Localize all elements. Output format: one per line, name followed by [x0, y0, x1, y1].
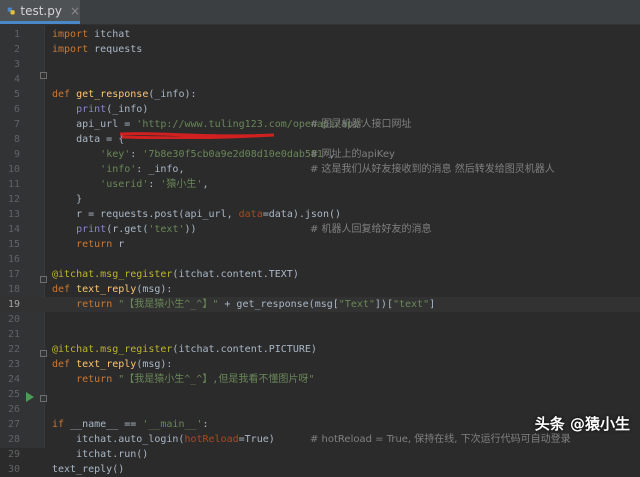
code-line[interactable]: 14 print(r.get('text')) # 机器人回复给好友的消息 — [0, 222, 640, 237]
line-number: 8 — [13, 134, 20, 145]
code-line[interactable]: 20 — [0, 312, 640, 327]
line-number: 20 — [7, 314, 20, 325]
watermark-text: 头条 @猿小生 — [534, 415, 630, 433]
code-text: import requests — [52, 44, 143, 55]
code-line[interactable]: 10 'info': _info, # 这是我们从好友接收到的消息 然后转发给图灵… — [0, 162, 640, 177]
line-number: 9 — [13, 149, 20, 160]
code-text: return "【我是猿小生^_^】,但是我看不懂图片呀" — [76, 374, 315, 385]
line-number: 2 — [13, 44, 20, 55]
line-number: 25 — [7, 389, 20, 400]
line-number: 11 — [7, 179, 20, 190]
code-text: if __name__ == '__main__': — [52, 419, 209, 430]
line-number: 22 — [7, 344, 20, 355]
code-text: print(_info) — [76, 104, 149, 115]
code-text: def get_response(_info): — [52, 89, 197, 100]
line-number: 28 — [7, 434, 20, 445]
code-line[interactable]: 22 @itchat.msg_register(itchat.content.PI… — [0, 342, 640, 357]
line-number: 21 — [7, 329, 20, 340]
code-text: return "【我是猿小生^_^】" + get_response(msg["… — [76, 299, 436, 310]
code-line[interactable]: 9 'key': '7b8e30f5cb0a9e2d08d10e0dab581'… — [0, 147, 640, 162]
redaction-scribble — [119, 132, 275, 139]
code-text: } — [52, 194, 83, 205]
line-number: 4 — [13, 74, 20, 85]
code-line[interactable]: 29 itchat.run() — [0, 447, 640, 462]
code-text: print(r.get('text')) — [76, 224, 197, 235]
line-number: 23 — [7, 359, 20, 370]
code-comment: # 网址上的apiKey — [310, 149, 395, 160]
line-number: 18 — [7, 284, 20, 295]
line-number: 15 — [7, 239, 20, 250]
tab-filename: test.py — [20, 3, 62, 18]
line-number: 12 — [7, 194, 20, 205]
line-number: 1 — [13, 29, 20, 40]
code-text: @itchat.msg_register(itchat.content.PICT… — [52, 344, 317, 355]
code-line[interactable]: 15 return r — [0, 237, 640, 252]
code-text: itchat.run() — [52, 449, 149, 460]
code-line[interactable]: 13 r = requests.post(api_url, data=data)… — [0, 207, 640, 222]
code-line[interactable]: 24 return "【我是猿小生^_^】,但是我看不懂图片呀" — [0, 372, 640, 387]
fold-icon[interactable] — [40, 276, 47, 283]
code-line[interactable]: 2 import requests — [0, 42, 640, 57]
editor-tab-bar: test.py × — [0, 0, 640, 25]
code-comment: # 图灵机器人接口网址 — [310, 119, 412, 130]
line-number: 26 — [7, 404, 20, 415]
code-text: return r — [76, 239, 125, 250]
code-text: text_reply() — [52, 464, 125, 475]
code-line[interactable]: 21 — [0, 327, 640, 342]
line-number: 10 — [7, 164, 20, 175]
code-text: r = requests.post(api_url, data=data).js… — [52, 209, 342, 220]
code-comment: # hotReload = True, 保持在线, 下次运行代码可自动登录 — [310, 434, 571, 445]
line-number: 5 — [13, 89, 20, 100]
code-comment: # 这是我们从好友接收到的消息 然后转发给图灵机器人 — [310, 164, 555, 175]
code-line[interactable]: 23 def text_reply(msg): — [0, 357, 640, 372]
code-text: import itchat — [52, 29, 131, 40]
line-number: 13 — [7, 209, 20, 220]
code-text: 'info': _info, — [100, 164, 185, 175]
code-line[interactable]: 4 — [0, 72, 640, 87]
code-line[interactable]: 19 return "【我是猿小生^_^】" + get_response(ms… — [0, 297, 640, 312]
code-line[interactable]: 17 @itchat.msg_register(itchat.content.TE… — [0, 267, 640, 282]
code-line[interactable]: 28 itchat.auto_login(hotReload=True) # ho… — [0, 432, 640, 447]
code-text: data = { — [52, 134, 125, 145]
fold-icon[interactable] — [40, 350, 47, 357]
line-number: 24 — [7, 374, 20, 385]
fold-icon[interactable] — [40, 72, 47, 79]
code-line[interactable]: 18 def text_reply(msg): — [0, 282, 640, 297]
code-line[interactable]: 12 } — [0, 192, 640, 207]
code-text: @itchat.msg_register(itchat.content.TEXT… — [52, 269, 299, 280]
tab-test-py[interactable]: test.py × — [0, 0, 80, 24]
line-number: 29 — [7, 449, 20, 460]
line-number: 27 — [7, 419, 20, 430]
line-number: 7 — [13, 119, 20, 130]
tab-close-icon[interactable]: × — [70, 4, 80, 18]
code-line[interactable]: 1 import itchat — [0, 27, 640, 42]
line-number: 30 — [7, 464, 20, 475]
code-line[interactable]: 6 print(_info) — [0, 102, 640, 117]
code-text: 'userid': '猿小生', — [100, 179, 209, 190]
code-line[interactable]: 5 def get_response(_info): — [0, 87, 640, 102]
python-file-icon — [7, 7, 15, 14]
line-number: 16 — [7, 254, 20, 265]
code-text: itchat.auto_login(hotReload=True) — [52, 434, 275, 445]
run-icon[interactable] — [26, 392, 34, 402]
code-line[interactable]: 30 text_reply() — [0, 462, 640, 477]
line-number: 14 — [7, 224, 20, 235]
code-line[interactable]: 16 — [0, 252, 640, 267]
code-text: def text_reply(msg): — [52, 359, 173, 370]
line-number: 17 — [7, 269, 20, 280]
line-number: 3 — [13, 59, 20, 70]
code-line[interactable]: 3 — [0, 57, 640, 72]
code-comment: # 机器人回复给好友的消息 — [310, 224, 432, 235]
line-number: 6 — [13, 104, 20, 115]
code-text: def text_reply(msg): — [52, 284, 173, 295]
code-line[interactable]: 25 — [0, 387, 640, 402]
code-line[interactable]: 7 api_url = 'http://www.tuling123.com/op… — [0, 117, 640, 132]
code-text: 'key': '7b8e30f5cb0a9e2d08d10e0dab581', — [100, 149, 335, 160]
line-number: 19 — [7, 299, 20, 310]
fold-icon[interactable] — [40, 395, 47, 402]
code-line[interactable]: 8 data = { — [0, 132, 640, 147]
code-line[interactable]: 11 'userid': '猿小生', — [0, 177, 640, 192]
